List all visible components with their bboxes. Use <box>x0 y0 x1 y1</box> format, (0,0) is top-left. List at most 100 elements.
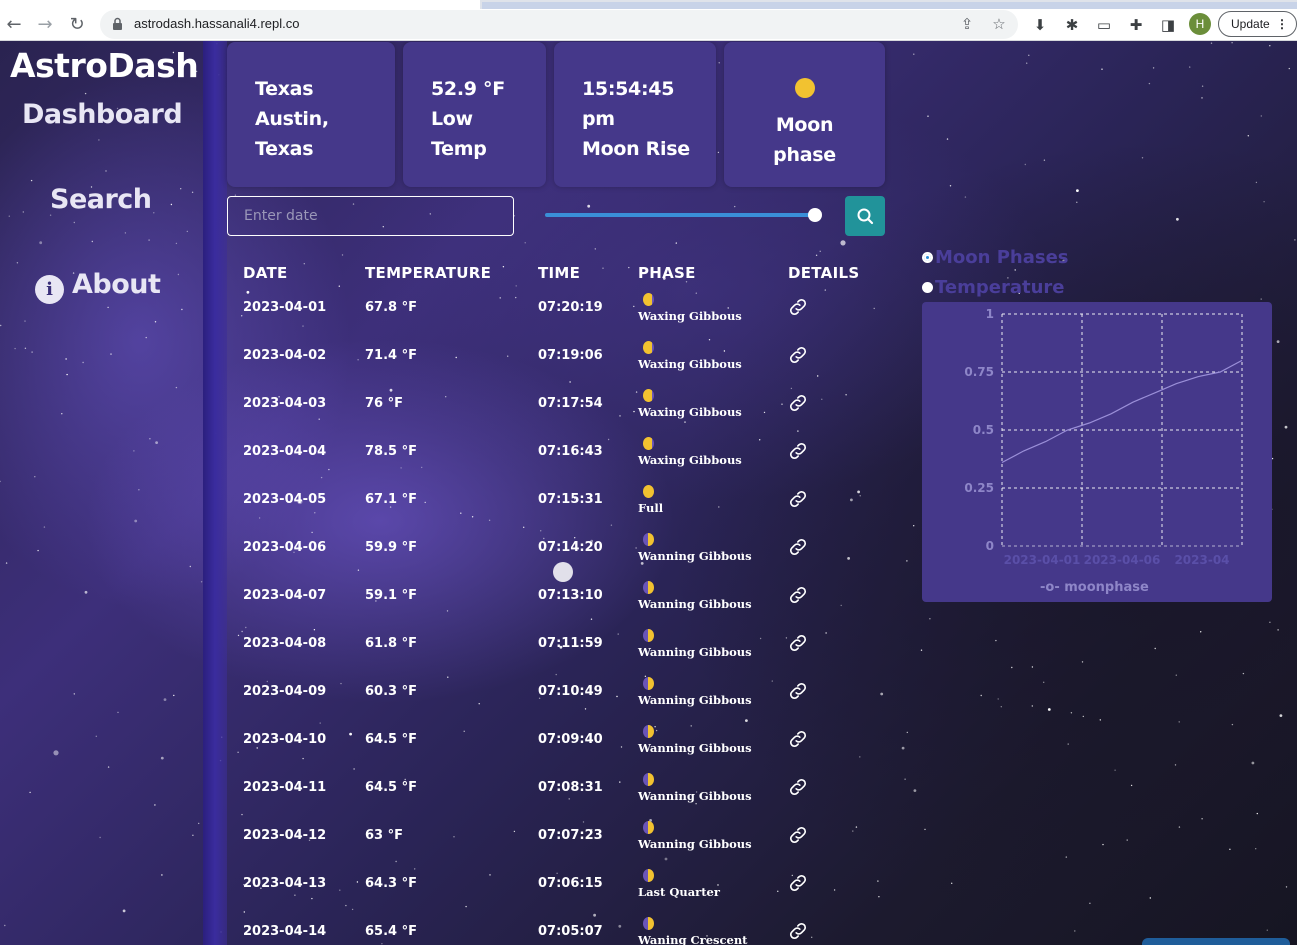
star <box>1263 201 1265 203</box>
cell-temperature: 59.1 °F <box>365 588 417 603</box>
screenshot-extension-icon[interactable]: ▭ <box>1093 14 1115 36</box>
puzzle-extensions-icon[interactable]: ✚ <box>1125 14 1147 36</box>
download-icon[interactable]: ⬇ <box>1029 14 1051 36</box>
radio-temperature[interactable] <box>922 282 933 293</box>
bug-extension-icon[interactable]: ✱ <box>1061 14 1083 36</box>
nav-dashboard[interactable]: Dashboard <box>22 99 183 130</box>
star <box>904 778 906 780</box>
cell-phase: Full <box>638 501 664 515</box>
star <box>901 746 905 750</box>
header-temperature: TEMPERATURE <box>365 264 492 282</box>
cell-phase: Wanning Gibbous <box>638 693 752 707</box>
table-row: 2023-04-07 59.1 °F 07:13:10 Wanning Gibbous <box>0 580 900 628</box>
active-tab[interactable] <box>0 0 480 9</box>
star <box>1070 712 1073 714</box>
moon-phase-icon <box>643 917 654 930</box>
cell-temperature: 64.5 °F <box>365 732 417 747</box>
star <box>1014 269 1016 271</box>
cell-date: 2023-04-03 <box>243 396 327 411</box>
details-link-icon[interactable] <box>787 584 809 606</box>
star <box>587 204 591 208</box>
star <box>1174 764 1177 766</box>
cell-date: 2023-04-10 <box>243 732 327 747</box>
moon-phase-icon <box>643 725 654 738</box>
share-icon[interactable]: ⇪ <box>958 15 976 33</box>
star <box>995 639 997 642</box>
details-link-icon[interactable] <box>787 680 809 702</box>
details-link-icon[interactable] <box>787 920 809 942</box>
update-button[interactable]: Update ⋮ <box>1218 11 1297 37</box>
star <box>1175 674 1178 676</box>
star <box>303 263 305 265</box>
star <box>840 240 846 246</box>
details-link-icon[interactable] <box>787 632 809 654</box>
star <box>1260 115 1263 117</box>
star <box>815 254 818 256</box>
star <box>927 115 929 117</box>
reload-icon[interactable]: ↻ <box>65 13 89 37</box>
star <box>628 266 630 269</box>
url-text: astrodash.hassanali4.repl.co <box>134 16 300 31</box>
chart-legend[interactable]: -o- moonphase <box>1040 580 1149 595</box>
cell-phase: Waxing Gibbous <box>638 357 742 371</box>
label-temperature[interactable]: Temperature <box>935 277 1064 298</box>
profile-avatar[interactable]: H <box>1189 13 1211 35</box>
details-link-icon[interactable] <box>787 440 809 462</box>
table-row: 2023-04-08 61.8 °F 07:11:59 Wanning Gibbous <box>0 628 900 676</box>
star <box>341 254 344 256</box>
table-row: 2023-04-14 65.4 °F 07:05:07 Waning Crescent <box>0 916 900 945</box>
details-link-icon[interactable] <box>787 824 809 846</box>
search-button[interactable] <box>845 196 885 236</box>
forward-arrow-icon[interactable]: → <box>33 13 57 37</box>
card-line: 15:54:45 <box>582 78 675 100</box>
cell-phase: Waxing Gibbous <box>638 309 742 323</box>
moon-phase-icon <box>643 581 654 594</box>
star <box>1255 848 1257 850</box>
label-moon-phases[interactable]: Moon Phases <box>935 247 1069 268</box>
details-link-icon[interactable] <box>787 872 809 894</box>
star <box>1242 672 1245 675</box>
details-link-icon[interactable] <box>787 728 809 750</box>
cell-temperature: 64.5 °F <box>365 780 417 795</box>
date-input[interactable] <box>227 196 514 236</box>
address-bar[interactable]: astrodash.hassanali4.repl.co ⇪ ☆ <box>100 10 1018 39</box>
nav-search[interactable]: Search <box>50 184 152 215</box>
radio-moon-phases[interactable] <box>922 252 933 263</box>
slider-thumb[interactable] <box>808 208 822 222</box>
details-link-icon[interactable] <box>787 344 809 366</box>
star <box>1201 97 1203 99</box>
cell-date: 2023-04-06 <box>243 540 327 555</box>
header-details: DETAILS <box>788 264 860 282</box>
kebab-menu-icon[interactable]: ⋮ <box>1276 12 1288 36</box>
header-date: DATE <box>243 264 288 282</box>
details-link-icon[interactable] <box>787 488 809 510</box>
star <box>1269 45 1271 47</box>
cell-date: 2023-04-01 <box>243 300 327 315</box>
star <box>1231 42 1233 44</box>
star <box>1231 723 1234 726</box>
star <box>1279 714 1283 717</box>
details-link-icon[interactable] <box>787 536 809 558</box>
cell-time: 07:20:19 <box>538 300 603 315</box>
cell-temperature: 59.9 °F <box>365 540 417 555</box>
details-link-icon[interactable] <box>787 392 809 414</box>
back-arrow-icon[interactable]: ← <box>2 13 26 37</box>
star <box>1130 784 1133 787</box>
table-row: 2023-04-11 64.5 °F 07:08:31 Wanning Gibbous <box>0 772 900 820</box>
cell-temperature: 67.1 °F <box>365 492 417 507</box>
star <box>1082 715 1085 718</box>
star <box>675 242 677 244</box>
details-link-icon[interactable] <box>787 776 809 798</box>
cell-phase: Last Quarter <box>638 885 720 899</box>
side-panel-icon[interactable]: ◨ <box>1157 14 1179 36</box>
date-range-slider[interactable] <box>545 213 815 217</box>
cell-date: 2023-04-04 <box>243 444 327 459</box>
star <box>946 138 949 140</box>
star <box>1152 67 1155 69</box>
star-icon[interactable]: ☆ <box>990 15 1008 33</box>
bottom-panel-tab[interactable] <box>1142 938 1290 945</box>
cell-time: 07:14:20 <box>538 540 603 555</box>
cell-date: 2023-04-11 <box>243 780 327 795</box>
cell-time: 07:09:40 <box>538 732 603 747</box>
details-link-icon[interactable] <box>787 296 809 318</box>
